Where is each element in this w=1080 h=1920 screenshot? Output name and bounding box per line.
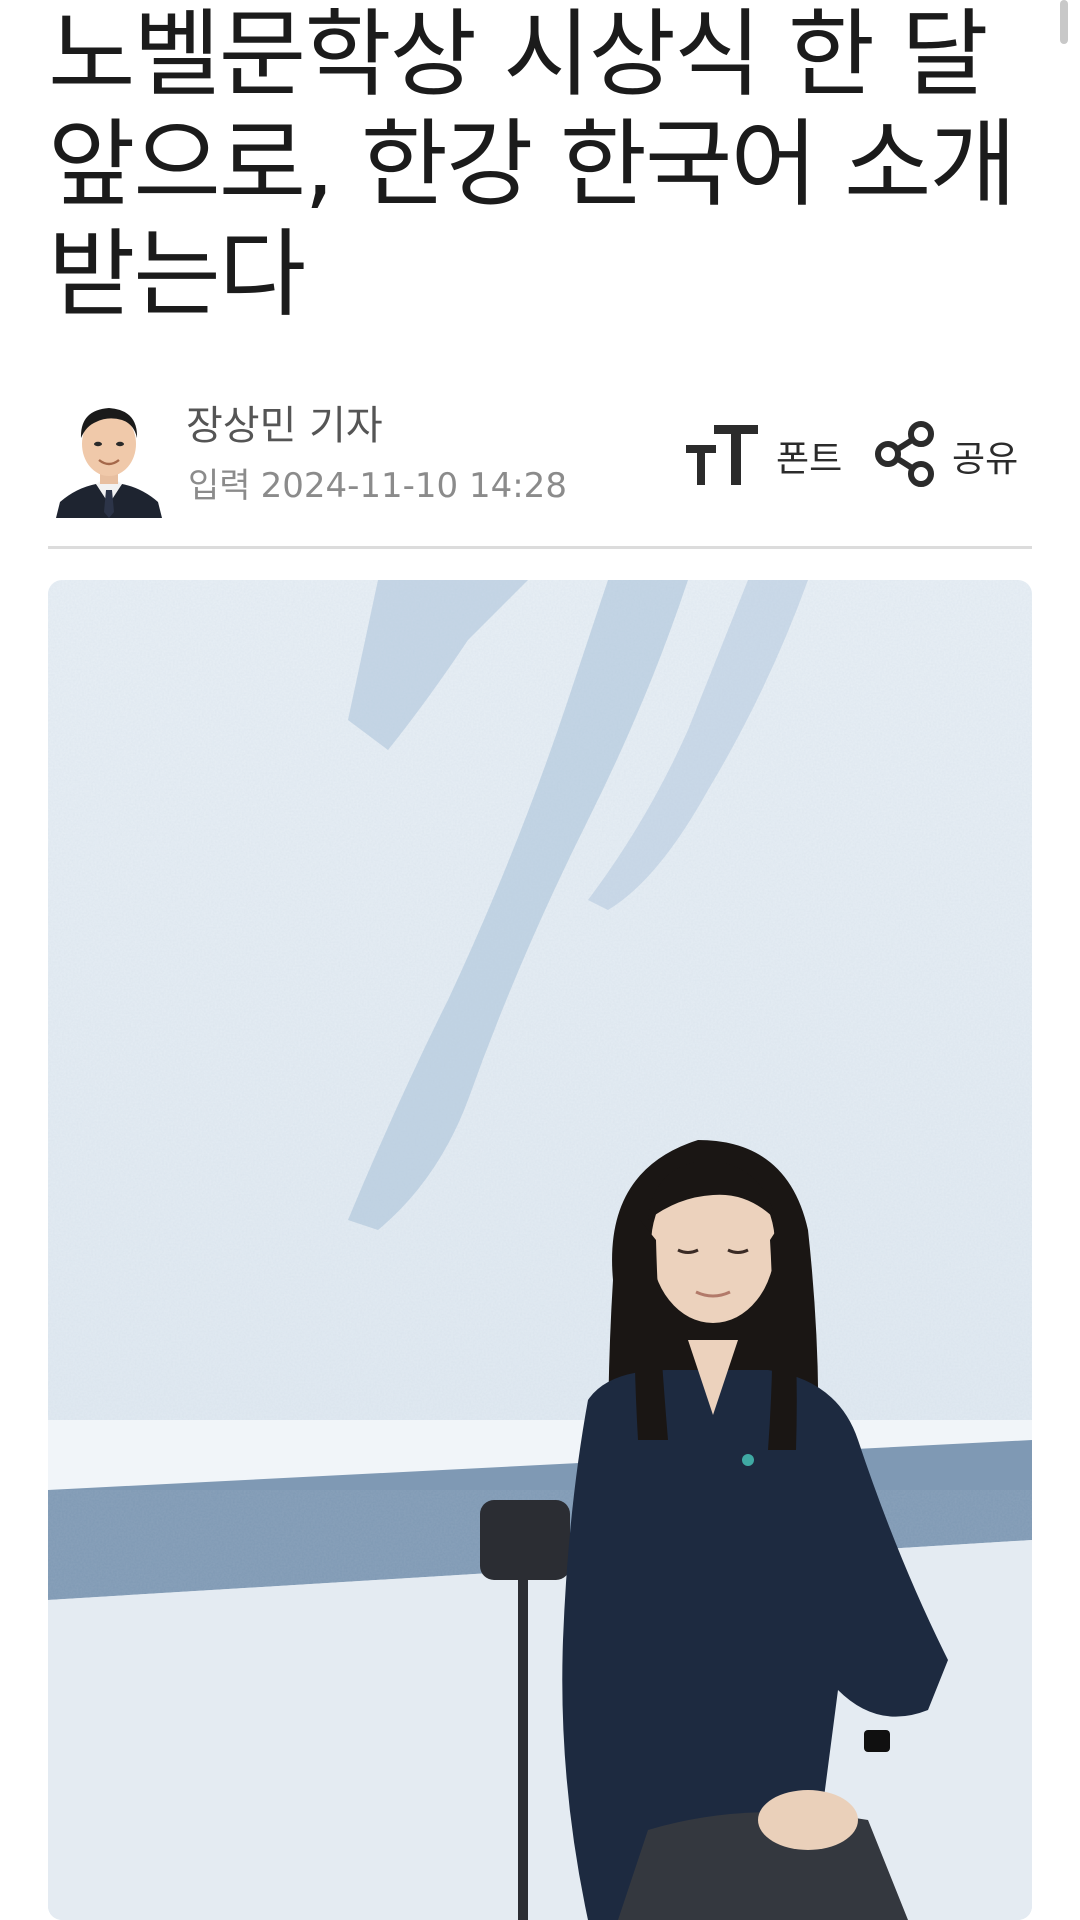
share-label: 공유 — [952, 439, 1019, 480]
published-label: 입력 — [188, 466, 251, 506]
headline-line: 받는다 — [48, 220, 306, 330]
share-icon — [874, 421, 936, 491]
byline-divider — [48, 546, 1032, 549]
headline-line: 앞으로, 한강 한국어 소개 — [48, 110, 1017, 220]
author-name[interactable]: 장상민 기자 — [186, 402, 383, 450]
article-byline: 장상민 기자 입력 2024-11-10 14:28 폰트 공유 — [48, 392, 1032, 532]
scrollbar[interactable] — [1060, 0, 1068, 44]
article-headline: 노벨문학상 시상식 한 달 앞으로, 한강 한국어 소개 받는다 — [48, 0, 1038, 330]
font-size-icon — [684, 419, 760, 493]
author-avatar[interactable] — [56, 394, 162, 518]
published-value: 2024-11-10 14:28 — [260, 466, 567, 506]
published-datetime: 입력 2024-11-10 14:28 — [188, 464, 567, 508]
headline-line: 노벨문학상 시상식 한 달 — [48, 0, 989, 110]
share-button[interactable]: 공유 — [874, 416, 1018, 496]
font-size-label: 폰트 — [776, 439, 843, 480]
font-size-button[interactable]: 폰트 — [684, 416, 842, 496]
article-hero-image[interactable] — [48, 580, 1032, 1920]
